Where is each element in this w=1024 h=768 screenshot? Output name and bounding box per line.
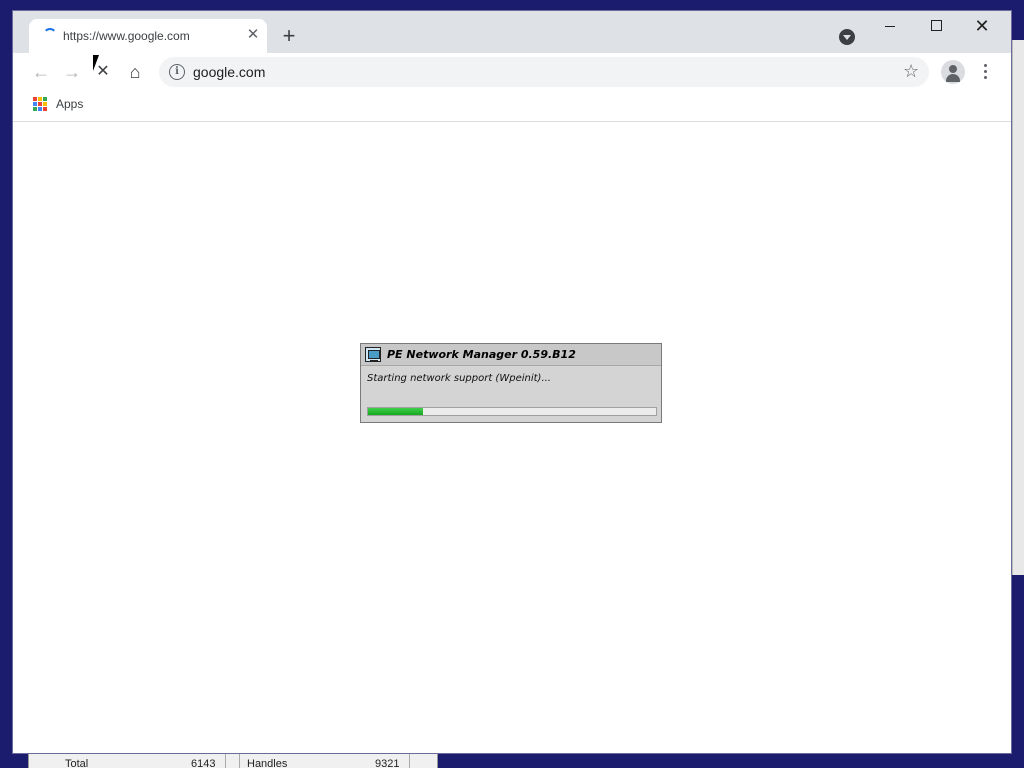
maximize-icon xyxy=(930,20,942,31)
apps-grid-dot xyxy=(38,107,42,111)
tab-title: https://www.google.com xyxy=(63,29,190,43)
bg-total-label: Total xyxy=(65,758,89,768)
tab-strip: https://www.google.com ✕ + ✕ xyxy=(13,11,1011,53)
bg-handles-value: 9321 xyxy=(375,758,400,768)
browser-menu-icon[interactable] xyxy=(977,62,993,82)
background-window-edge xyxy=(1012,40,1024,575)
dialog-title: PE Network Manager 0.59.B12 xyxy=(387,348,576,361)
bg-handles-label: Handles xyxy=(247,758,288,768)
minimize-button[interactable] xyxy=(867,11,913,41)
bookmarks-bar: Apps xyxy=(13,91,1011,122)
apps-shortcut[interactable]: Apps xyxy=(56,97,83,111)
forward-button[interactable]: → xyxy=(58,58,86,86)
address-url[interactable]: google.com xyxy=(193,64,265,80)
home-button[interactable]: ⌂ xyxy=(121,58,149,86)
progress-bar-fill xyxy=(368,408,423,415)
bg-total-value: 6143 xyxy=(191,758,216,768)
maximize-button[interactable] xyxy=(913,11,959,41)
dialog-titlebar[interactable]: PE Network Manager 0.59.B12 xyxy=(361,344,661,366)
apps-grid-dot xyxy=(33,102,37,106)
apps-grid-dot xyxy=(33,107,37,111)
dialog-status-text: Starting network support (Wpeinit)... xyxy=(367,373,551,384)
apps-grid-icon[interactable] xyxy=(33,97,47,111)
minimize-icon xyxy=(885,26,895,27)
avatar-body xyxy=(946,74,960,82)
apps-grid-dot xyxy=(43,102,47,106)
apps-grid-dot xyxy=(38,102,42,106)
apps-grid-dot xyxy=(38,97,42,101)
page-content xyxy=(13,122,1011,753)
browser-tab[interactable]: https://www.google.com ✕ xyxy=(29,19,267,53)
tab-search-icon[interactable] xyxy=(839,29,855,45)
loading-spinner-icon xyxy=(43,28,57,42)
network-manager-dialog: PE Network Manager 0.59.B12 Starting net… xyxy=(360,343,662,423)
site-info-icon[interactable]: i xyxy=(169,64,185,80)
bookmark-star-icon[interactable]: ☆ xyxy=(903,61,919,82)
apps-grid-dot xyxy=(33,97,37,101)
avatar-head xyxy=(949,65,957,73)
close-window-button[interactable]: ✕ xyxy=(959,11,1005,41)
progress-bar xyxy=(367,407,657,416)
apps-grid-dot xyxy=(43,97,47,101)
browser-toolbar: ← → ✕ ⌂ i google.com ☆ xyxy=(13,53,1011,91)
address-bar[interactable]: i google.com ☆ xyxy=(159,57,929,87)
tab-close-icon[interactable]: ✕ xyxy=(243,25,263,45)
apps-grid-dot xyxy=(43,107,47,111)
network-computer-icon xyxy=(365,347,381,362)
back-button[interactable]: ← xyxy=(27,58,55,86)
account-avatar-icon[interactable] xyxy=(941,60,965,84)
mouse-cursor-icon xyxy=(93,55,99,71)
new-tab-button[interactable]: + xyxy=(277,25,301,49)
